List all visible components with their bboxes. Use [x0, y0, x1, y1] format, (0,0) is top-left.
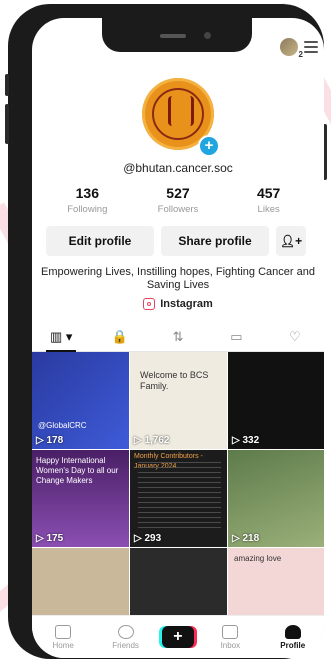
content-tabs: ▥ ▾ 🔒 ⇅ ▭ ♡	[32, 323, 324, 352]
stat-followers[interactable]: 527 Followers	[143, 185, 213, 215]
nav-label: Inbox	[220, 640, 241, 650]
video-thumbnail[interactable]: ▷ 218	[228, 450, 324, 547]
video-thumbnail[interactable]: Happy International Women's Day to all o…	[32, 450, 129, 547]
friends-icon	[117, 624, 134, 639]
video-caption: Happy International Women's Day to all o…	[36, 456, 119, 485]
video-thumbnail[interactable]: @GlobalCRC ▷ 178	[32, 352, 129, 449]
nav-profile[interactable]: Profile	[267, 624, 319, 650]
notch	[102, 18, 252, 52]
nav-home[interactable]: Home	[37, 624, 89, 650]
inbox-icon	[222, 624, 239, 639]
home-icon	[55, 624, 72, 639]
nav-friends[interactable]: Friends	[100, 624, 152, 650]
tab-private[interactable]: 🔒	[90, 323, 148, 351]
add-photo-button[interactable]: +	[198, 135, 220, 157]
profile-screen: 2 + @bhutan.cancer.soc 136 Following 527…	[32, 18, 324, 658]
nav-label: Home	[52, 640, 74, 650]
video-caption: Welcome to BCS Family.	[140, 370, 209, 391]
stat-label: Followers	[157, 204, 199, 215]
bottom-nav: Home Friends + Inbox Profile	[32, 615, 324, 658]
stat-following[interactable]: 136 Following	[52, 185, 122, 215]
view-count: ▷ 178	[36, 435, 64, 446]
stat-label: Following	[67, 204, 108, 215]
view-count: ▷ 218	[232, 533, 260, 544]
side-button	[5, 74, 9, 96]
nav-label: Profile	[280, 640, 306, 650]
tab-saved[interactable]: ▭	[207, 323, 265, 351]
contributor-list	[138, 462, 221, 531]
create-button[interactable]: +	[161, 626, 194, 648]
instagram-label: Instagram	[160, 298, 213, 310]
video-grid: @GlobalCRC ▷ 178 Welcome to BCS Family. …	[32, 352, 324, 645]
camera	[204, 32, 211, 39]
add-person-icon: 👤︎+	[279, 234, 303, 248]
nav-label: Friends	[112, 640, 139, 650]
side-button	[5, 104, 9, 144]
stat-likes[interactable]: 457 Likes	[234, 185, 304, 215]
profile-actions: Edit profile Share profile 👤︎+	[46, 226, 306, 256]
tab-liked[interactable]: ♡	[266, 323, 324, 351]
video-caption: @GlobalCRC	[38, 421, 87, 430]
profile-bio: Empowering Lives, Instilling hopes, Figh…	[41, 266, 315, 291]
account-switch-avatar[interactable]: 2	[280, 38, 303, 59]
stat-label: Likes	[257, 204, 280, 215]
video-thumbnail[interactable]: ▷ 332	[228, 352, 324, 449]
stat-value: 136	[75, 185, 99, 201]
top-right-controls: 2	[280, 38, 318, 59]
stat-value: 457	[256, 185, 281, 201]
stats-row: 136 Following 527 Followers 457 Likes	[42, 185, 314, 215]
view-count: ▷ 175	[36, 533, 64, 544]
tab-videos[interactable]: ▥ ▾	[32, 323, 90, 352]
share-profile-button[interactable]: Share profile	[161, 226, 269, 256]
view-count: ▷ 293	[134, 533, 162, 544]
video-thumbnail[interactable]: Monthly Contributors - January 2024 ▷ 29…	[130, 450, 227, 547]
phone-frame: 2 + @bhutan.cancer.soc 136 Following 527…	[5, 4, 327, 659]
instagram-link[interactable]: Instagram	[32, 298, 324, 310]
view-count: ▷ 1,762	[134, 435, 170, 446]
add-friend-button[interactable]: 👤︎+	[276, 226, 306, 256]
instagram-icon	[143, 298, 156, 310]
edit-profile-button[interactable]: Edit profile	[46, 226, 154, 256]
stat-value: 527	[166, 185, 190, 201]
view-count: ▷ 332	[232, 435, 260, 446]
nav-inbox[interactable]: Inbox	[204, 624, 256, 650]
profile-icon	[284, 624, 301, 639]
speaker	[160, 34, 186, 38]
avatar-emblem	[168, 96, 194, 126]
video-thumbnail[interactable]: Welcome to BCS Family. ▷ 1,762	[130, 352, 227, 449]
menu-icon[interactable]	[304, 41, 318, 53]
video-caption: amazing love	[234, 554, 282, 563]
profile-handle: @bhutan.cancer.soc	[123, 161, 233, 175]
account-badge: 2	[298, 50, 303, 59]
tab-reposts[interactable]: ⇅	[149, 323, 207, 351]
